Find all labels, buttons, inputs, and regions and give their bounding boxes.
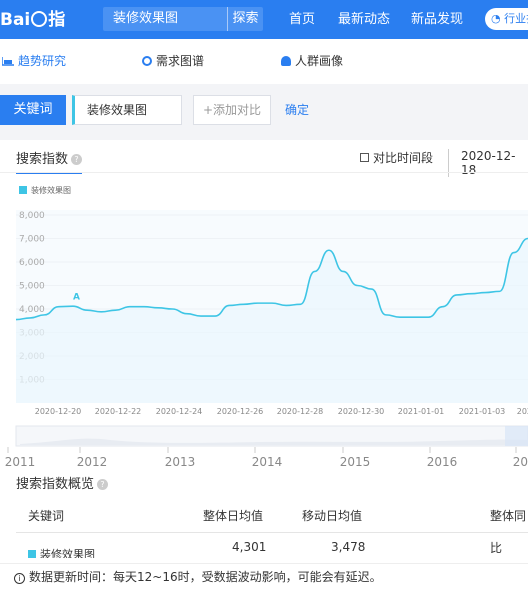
timeline-year-label: 2017: [513, 455, 528, 469]
annotation-marker: A: [73, 293, 80, 303]
search-input[interactable]: 装修效果图: [103, 7, 227, 31]
nav-home[interactable]: 首页: [289, 0, 315, 39]
overview-help-icon[interactable]: ?: [97, 479, 109, 490]
keyword-label-button[interactable]: 关键词: [0, 95, 66, 125]
person-icon: [281, 56, 291, 66]
radar-icon: [142, 56, 152, 66]
x-tick-label: 2021-01-01: [398, 407, 445, 416]
x-tick-label: 2020-12-30: [338, 407, 385, 416]
timeline-selection: [505, 426, 528, 446]
y-tick-label: 8,000: [19, 211, 45, 221]
col-overall: 整体日均值: [203, 509, 264, 523]
tab-crowd-portrait[interactable]: 人群画像: [281, 39, 343, 84]
x-tick-label: 2021-01-05: [517, 407, 528, 416]
series-color-swatch: [28, 550, 36, 558]
nav-latest-news[interactable]: 最新动态: [338, 0, 390, 39]
trend-icon: [2, 57, 14, 66]
top-bar: Bai指数 装修效果图 探索 首页 最新动态 新品发现 ◔ 行业排: [0, 0, 528, 60]
tab-crowd-label: 人群画像: [295, 54, 344, 68]
x-tick-label: 2020-12-26: [217, 407, 264, 416]
timeline-year-label: 2012: [77, 455, 108, 469]
y-tick-label: 4,000: [19, 305, 45, 315]
tab-trend-research[interactable]: 趋势研究: [2, 39, 66, 84]
tab-demand-label: 需求图谱: [156, 54, 205, 68]
col-yoy: 整体同比: [490, 509, 527, 555]
x-tick-label: 2020-12-28: [277, 407, 324, 416]
overall-daily-avg: 4,301: [232, 540, 267, 554]
table-row-keyword: 装修效果图: [28, 546, 95, 558]
timeline-year-label: 2016: [427, 455, 458, 469]
timeline-year-label: 2015: [340, 455, 371, 469]
add-compare-button[interactable]: +添加对比: [193, 95, 271, 125]
paw-icon: [31, 11, 48, 27]
nav-new-products[interactable]: 新品发现: [411, 0, 463, 39]
info-icon: i: [14, 573, 25, 584]
industry-pill-label: 行业排: [504, 12, 528, 25]
x-tick-label: 2020-12-24: [156, 407, 203, 416]
col-keyword: 关键词: [28, 509, 65, 523]
baidu-index-logo[interactable]: Bai指数: [0, 5, 80, 60]
overview-title: 搜索指数概览?: [16, 473, 109, 492]
tab-trend-label: 趋势研究: [18, 54, 67, 68]
y-tick-label: 6,000: [19, 258, 45, 268]
overview-title-text: 搜索指数概览: [16, 477, 95, 492]
mobile-daily-avg: 3,478: [331, 540, 366, 554]
keyword-field[interactable]: 装修效果图: [72, 95, 182, 125]
timeline-year-label: 2011: [5, 455, 36, 469]
keyword-row: 关键词 装修效果图 +添加对比 确定: [0, 84, 528, 136]
table-divider: [16, 532, 528, 533]
timeline-year-label: 2013: [165, 455, 196, 469]
x-tick-label: 2021-01-03: [459, 407, 506, 416]
y-tick-label: 5,000: [19, 282, 45, 292]
x-tick-label: 2020-12-20: [35, 407, 82, 416]
search-box: 装修效果图 探索: [103, 7, 263, 31]
row-keyword-text: 装修效果图: [40, 548, 95, 558]
industry-ranking-button[interactable]: ◔ 行业排: [485, 8, 528, 30]
x-tick-label: 2020-12-22: [95, 407, 142, 416]
col-mobile: 移动日均值: [302, 509, 363, 523]
search-button[interactable]: 探索: [227, 7, 263, 31]
confirm-button[interactable]: 确定: [285, 95, 309, 125]
legend-swatch: [19, 186, 27, 194]
notice-text: 数据更新时间：每天12~16时，受数据波动影响，可能会有延迟。: [29, 570, 382, 584]
timeline-year-label: 2014: [252, 455, 283, 469]
y-tick-label: 7,000: [19, 235, 45, 245]
search-index-panel: 搜索指数? 对比时间段 2020-12-18 装修效果图1,0002,0003,…: [0, 140, 528, 593]
sub-navigation: 趋势研究 需求图谱 人群画像: [0, 39, 528, 84]
legend-label: 装修效果图: [31, 185, 71, 195]
update-notice: i 数据更新时间：每天12~16时，受数据波动影响，可能会有延迟。: [0, 563, 528, 593]
search-index-chart[interactable]: 装修效果图1,0002,0003,0004,0005,0006,0007,000…: [0, 140, 528, 470]
tab-demand-map[interactable]: 需求图谱: [142, 39, 204, 84]
